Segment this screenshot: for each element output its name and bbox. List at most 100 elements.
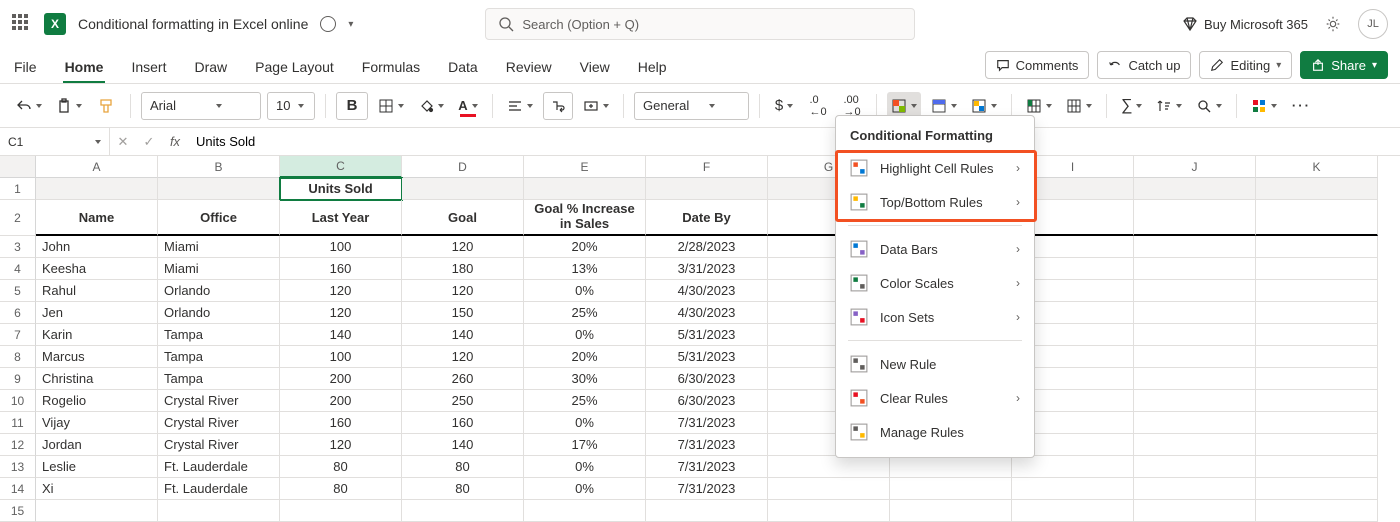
cf-item-top-bottom-rules[interactable]: Top/Bottom Rules› — [836, 185, 1034, 219]
row-header-1[interactable]: 1 — [0, 178, 36, 200]
cell[interactable]: 7/31/2023 — [646, 478, 768, 500]
cell[interactable]: 260 — [402, 368, 524, 390]
cell[interactable]: Ft. Lauderdale — [158, 456, 280, 478]
tab-home[interactable]: Home — [63, 59, 106, 83]
cell[interactable]: 20% — [524, 346, 646, 368]
cell[interactable]: 120 — [402, 346, 524, 368]
cell[interactable] — [1134, 456, 1256, 478]
share-button[interactable]: Share ▾ — [1300, 51, 1388, 79]
row-header-7[interactable]: 7 — [0, 324, 36, 346]
bold-button[interactable]: B — [336, 92, 368, 120]
cell[interactable]: Miami — [158, 258, 280, 280]
cell[interactable]: 80 — [402, 478, 524, 500]
cell[interactable]: 0% — [524, 412, 646, 434]
cell[interactable] — [1256, 302, 1378, 324]
cell[interactable]: 7/31/2023 — [646, 456, 768, 478]
row-header-14[interactable]: 14 — [0, 478, 36, 500]
cell[interactable] — [524, 178, 646, 200]
cell[interactable] — [1012, 456, 1134, 478]
cell[interactable] — [1134, 412, 1256, 434]
cell[interactable]: 100 — [280, 346, 402, 368]
settings-icon[interactable] — [1324, 15, 1342, 33]
cell[interactable] — [1256, 236, 1378, 258]
tab-view[interactable]: View — [578, 59, 612, 83]
cell[interactable] — [1134, 368, 1256, 390]
accept-formula-button[interactable]: ✓ — [136, 128, 162, 155]
cell[interactable]: Goal % Increase in Sales — [524, 200, 646, 236]
cell[interactable]: Last Year — [280, 200, 402, 236]
cell[interactable]: 7/31/2023 — [646, 412, 768, 434]
cell[interactable] — [1134, 258, 1256, 280]
cell[interactable]: Christina — [36, 368, 158, 390]
cf-item-highlight-cell-rules[interactable]: Highlight Cell Rules› — [836, 151, 1034, 185]
user-avatar[interactable]: JL — [1358, 9, 1388, 39]
cell[interactable]: Tampa — [158, 346, 280, 368]
cell[interactable]: 25% — [524, 302, 646, 324]
autosum-button[interactable]: ∑ — [1117, 92, 1146, 120]
cell[interactable]: 6/30/2023 — [646, 390, 768, 412]
cell[interactable] — [1256, 178, 1378, 200]
cell[interactable] — [1134, 500, 1256, 522]
cell[interactable]: Crystal River — [158, 434, 280, 456]
cell[interactable]: 140 — [280, 324, 402, 346]
cell[interactable] — [1256, 200, 1378, 236]
row-header-8[interactable]: 8 — [0, 346, 36, 368]
cell[interactable]: 200 — [280, 390, 402, 412]
merge-button[interactable] — [579, 92, 613, 120]
cell[interactable]: Date By — [646, 200, 768, 236]
font-color-button[interactable]: A — [454, 92, 482, 120]
cell[interactable]: 25% — [524, 390, 646, 412]
select-all-corner[interactable] — [0, 156, 36, 178]
row-header-4[interactable]: 4 — [0, 258, 36, 280]
tab-data[interactable]: Data — [446, 59, 480, 83]
cell[interactable]: 6/30/2023 — [646, 368, 768, 390]
cell[interactable] — [1256, 368, 1378, 390]
cell[interactable]: 80 — [280, 456, 402, 478]
tab-insert[interactable]: Insert — [129, 59, 168, 83]
cell[interactable]: 5/31/2023 — [646, 324, 768, 346]
row-header-3[interactable]: 3 — [0, 236, 36, 258]
cell[interactable]: Karin — [36, 324, 158, 346]
cell[interactable] — [1256, 280, 1378, 302]
column-header-J[interactable]: J — [1134, 156, 1256, 178]
cf-item-manage-rules[interactable]: Manage Rules — [836, 415, 1034, 449]
name-box[interactable]: C1 — [0, 128, 110, 155]
cf-item-new-rule[interactable]: New Rule — [836, 347, 1034, 381]
cell[interactable]: Jen — [36, 302, 158, 324]
cell[interactable] — [646, 178, 768, 200]
cell[interactable]: Orlando — [158, 302, 280, 324]
comments-button[interactable]: Comments — [985, 51, 1090, 79]
cell[interactable] — [402, 500, 524, 522]
row-header-9[interactable]: 9 — [0, 368, 36, 390]
fill-color-button[interactable] — [414, 92, 448, 120]
cell[interactable]: 2/28/2023 — [646, 236, 768, 258]
cell[interactable] — [1134, 178, 1256, 200]
cell[interactable]: 13% — [524, 258, 646, 280]
cell[interactable]: 120 — [280, 434, 402, 456]
row-header-11[interactable]: 11 — [0, 412, 36, 434]
cell[interactable] — [1256, 456, 1378, 478]
format-painter-button[interactable] — [92, 92, 120, 120]
cell[interactable] — [1134, 434, 1256, 456]
tab-file[interactable]: File — [12, 59, 39, 83]
column-header-C[interactable]: C — [280, 156, 402, 178]
number-format-select[interactable]: General — [634, 92, 749, 120]
column-header-B[interactable]: B — [158, 156, 280, 178]
cell[interactable]: 3/31/2023 — [646, 258, 768, 280]
cell[interactable] — [1256, 346, 1378, 368]
cell[interactable]: 7/31/2023 — [646, 434, 768, 456]
tab-page-layout[interactable]: Page Layout — [253, 59, 336, 83]
tab-review[interactable]: Review — [504, 59, 554, 83]
font-size-select[interactable]: 10 — [267, 92, 315, 120]
cell[interactable]: Ft. Lauderdale — [158, 478, 280, 500]
cell[interactable] — [158, 178, 280, 200]
cell[interactable] — [890, 478, 1012, 500]
fx-icon[interactable]: fx — [162, 134, 188, 149]
cell[interactable]: Keesha — [36, 258, 158, 280]
app-launcher-icon[interactable] — [12, 14, 32, 34]
cell[interactable] — [280, 500, 402, 522]
cell[interactable]: 120 — [402, 280, 524, 302]
column-header-F[interactable]: F — [646, 156, 768, 178]
cell[interactable]: Name — [36, 200, 158, 236]
cell[interactable]: Rahul — [36, 280, 158, 302]
